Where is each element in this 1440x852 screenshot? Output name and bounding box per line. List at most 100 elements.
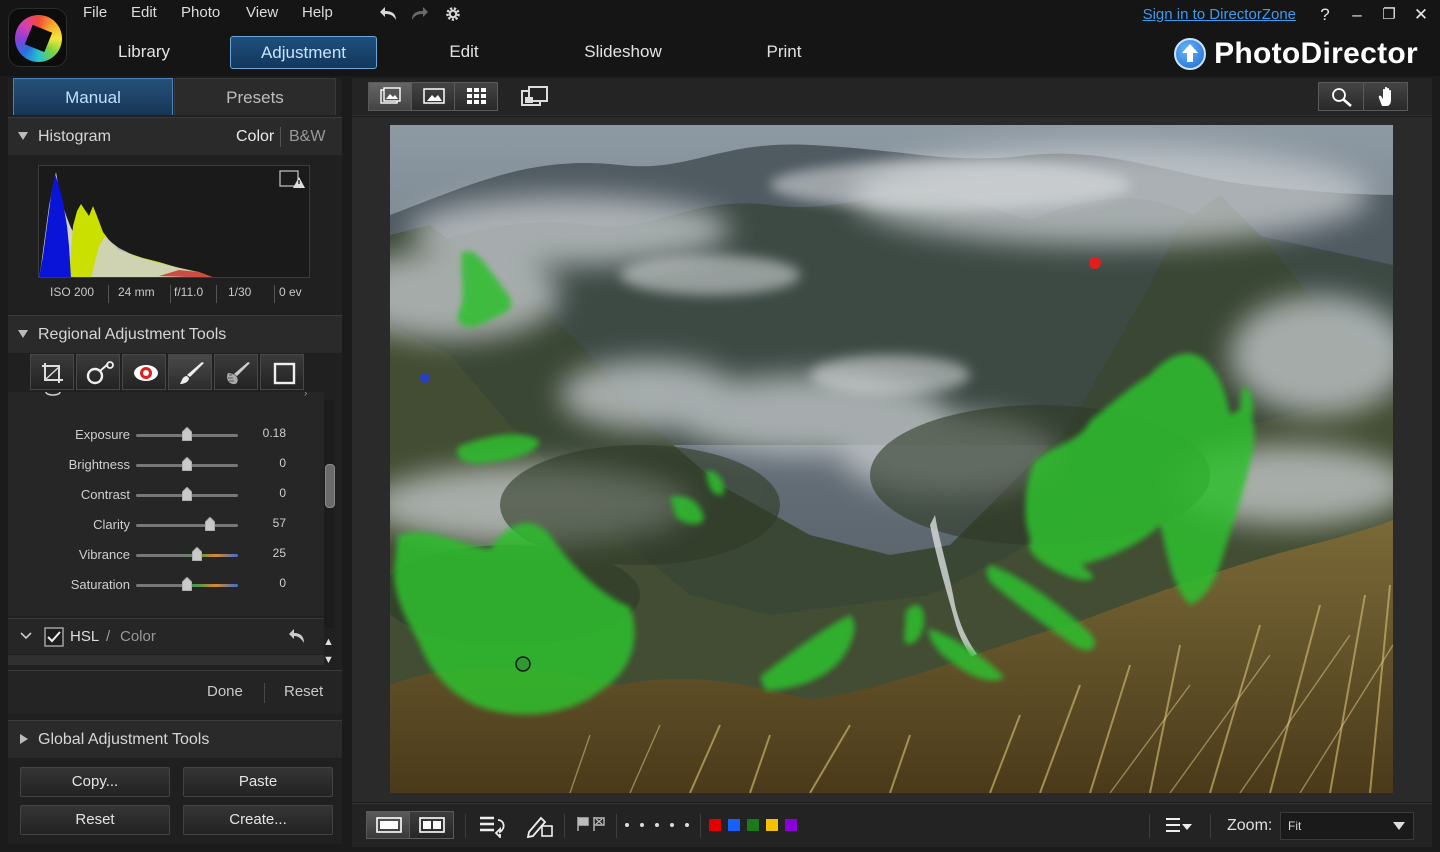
view-grid-button[interactable] (455, 83, 498, 110)
slider-label: Exposure (75, 427, 130, 442)
module-tab-print[interactable]: Print (744, 36, 824, 69)
menu-view[interactable]: View (246, 4, 278, 21)
scroll-up-arrow-icon[interactable]: ▲ (323, 636, 334, 648)
reset-link[interactable]: Reset (284, 683, 323, 700)
settings-gear-icon[interactable] (442, 4, 464, 24)
rotate-list-icon[interactable] (478, 814, 508, 838)
tab-manual[interactable]: Manual (13, 78, 173, 115)
split-layout-button[interactable] (411, 812, 454, 838)
scroll-down-arrow-icon[interactable]: ▼ (323, 654, 334, 666)
hsl-separator: / (106, 628, 111, 645)
slider-knob[interactable] (182, 577, 192, 591)
pan-tool-button[interactable] (1364, 83, 1408, 110)
tab-presets[interactable]: Presets (174, 78, 336, 115)
slider-knob[interactable] (205, 517, 216, 531)
view-before-after-button[interactable] (369, 83, 412, 110)
close-button[interactable]: ✕ (1410, 4, 1432, 26)
color-label-purple[interactable] (785, 819, 797, 831)
slider-knob[interactable] (192, 547, 203, 561)
clipping-warning-icon[interactable] (279, 170, 305, 190)
module-tab-adjustment[interactable]: Adjustment (230, 36, 377, 69)
histogram-header[interactable]: Histogram Color B&W (8, 117, 342, 155)
hsl-checkbox[interactable] (44, 627, 64, 647)
slider-value[interactable]: 0.18 (263, 426, 286, 440)
graduated-filter-tool-button[interactable] (214, 354, 258, 390)
red-eye-tool-button[interactable] (122, 354, 166, 390)
photo-canvas[interactable] (352, 117, 1432, 802)
bottom-toolbar: Zoom: Fit (352, 803, 1432, 847)
help-button[interactable]: ? (1314, 4, 1336, 26)
menu-help[interactable]: Help (302, 4, 333, 21)
undo-icon[interactable] (378, 4, 400, 24)
radial-filter-tool-button[interactable] (260, 354, 304, 390)
pin-marker-red[interactable] (1089, 257, 1101, 269)
create-preset-button[interactable]: Create... (183, 805, 333, 835)
module-tab-edit[interactable]: Edit (420, 36, 508, 69)
reset-button[interactable]: Reset (20, 805, 170, 835)
landscape-photo[interactable] (390, 125, 1393, 793)
chevron-down-icon[interactable] (20, 631, 32, 641)
exif-ev: 0 ev (279, 285, 302, 299)
second-monitor-icon[interactable] (520, 85, 550, 109)
collapse-triangle-icon[interactable] (18, 132, 28, 140)
collapse-triangle-icon[interactable] (18, 330, 28, 338)
spot-removal-tool-button[interactable] (76, 354, 120, 390)
star-rating-dots-icon[interactable] (622, 820, 692, 830)
histogram-color-toggle[interactable]: Color (236, 128, 274, 146)
copy-button[interactable]: Copy... (20, 767, 170, 797)
redo-icon[interactable] (408, 4, 430, 24)
sign-in-link[interactable]: Sign in to DirectorZone (1143, 6, 1296, 23)
panel-scrollbar[interactable] (324, 400, 335, 628)
minimize-button[interactable]: – (1346, 4, 1368, 26)
slider-knob[interactable] (182, 457, 192, 471)
color-label-green[interactable] (747, 819, 759, 831)
menu-photo[interactable]: Photo (181, 4, 220, 21)
view-single-button[interactable] (412, 83, 455, 110)
regional-tools-row (30, 354, 306, 390)
crop-tool-button[interactable] (30, 354, 74, 390)
slider-track[interactable] (136, 524, 238, 527)
histogram-bw-toggle[interactable]: B&W (289, 128, 325, 146)
slider-label: Brightness (68, 457, 130, 472)
scrollbar-thumb[interactable] (325, 464, 335, 508)
color-label-yellow[interactable] (766, 819, 778, 831)
restore-button[interactable]: ❐ (1378, 4, 1400, 26)
histogram-chart (38, 165, 310, 278)
global-tools-header[interactable]: Global Adjustment Tools (8, 720, 342, 758)
hsl-header[interactable]: HSL / Color (8, 618, 324, 654)
menu-file[interactable]: File (83, 4, 107, 21)
slider-knob[interactable] (182, 487, 192, 501)
zoom-select[interactable]: Fit (1280, 812, 1414, 840)
zoom-tool-button[interactable] (1319, 83, 1364, 110)
reset-arrow-icon[interactable] (288, 627, 308, 645)
edit-pen-icon[interactable] (526, 814, 554, 838)
module-tab-library[interactable]: Library (90, 36, 198, 69)
slider-value[interactable]: 0 (279, 456, 286, 470)
pin-marker-blue[interactable] (420, 373, 430, 383)
single-layout-button[interactable] (367, 812, 410, 838)
slider-value[interactable]: 57 (273, 516, 286, 530)
done-button[interactable]: Done (207, 683, 243, 700)
slider-value[interactable]: 0 (279, 486, 286, 500)
single-frame-icon (376, 817, 402, 833)
slider-track[interactable] (136, 554, 238, 557)
photo-preview[interactable] (390, 125, 1393, 793)
slider-knob[interactable] (182, 427, 192, 441)
flag-icon[interactable] (576, 815, 608, 835)
module-tab-slideshow[interactable]: Slideshow (568, 36, 678, 69)
regional-tools-header[interactable]: Regional Adjustment Tools (8, 315, 342, 353)
gradient-brush-icon (227, 362, 250, 385)
pin-marker-green[interactable] (515, 656, 531, 672)
color-label-blue[interactable] (728, 819, 740, 831)
color-label-red[interactable] (709, 819, 721, 831)
adjustment-panel: Manual Presets Histogram Color B&W ISO 2… (8, 78, 342, 844)
sort-menu-icon[interactable] (1164, 816, 1194, 836)
expand-triangle-icon[interactable] (20, 734, 28, 744)
slider-value[interactable]: 25 (273, 546, 286, 560)
menu-edit[interactable]: Edit (131, 4, 157, 21)
adjustment-brush-tool-button[interactable] (168, 354, 212, 390)
slider-label: Vibrance (78, 547, 130, 562)
tone-checkbox-icon[interactable] (44, 392, 62, 398)
paste-button[interactable]: Paste (183, 767, 333, 797)
slider-value[interactable]: 0 (279, 576, 286, 590)
